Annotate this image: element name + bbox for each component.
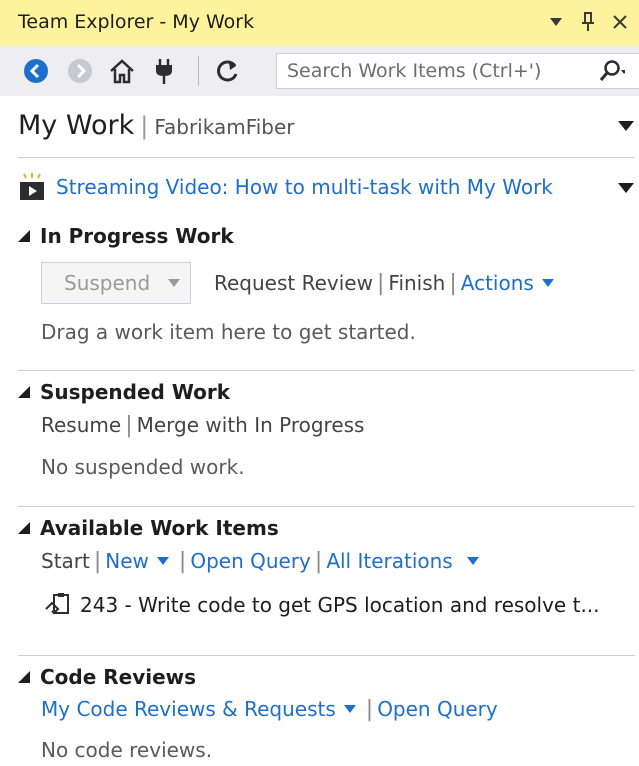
search-box[interactable] <box>276 53 639 89</box>
window-menu-button[interactable] <box>545 10 567 34</box>
collapse-triangle-icon <box>18 522 30 534</box>
page-title: My Work <box>18 110 135 141</box>
new-menu[interactable]: New <box>105 549 149 573</box>
connect-button[interactable] <box>150 57 178 85</box>
header-separator: | <box>140 112 149 140</box>
section-available-header[interactable]: Available Work Items <box>18 516 279 540</box>
section-suspended-header[interactable]: Suspended Work <box>18 380 230 404</box>
refresh-button[interactable] <box>214 57 242 85</box>
command-separator: | <box>365 696 374 722</box>
section-title: In Progress Work <box>40 224 234 248</box>
section-title: Suspended Work <box>40 380 231 404</box>
suspended-commands: Resume | Merge with In Progress <box>41 410 364 440</box>
window-title: Team Explorer - My Work <box>18 11 255 33</box>
in-progress-commands: Request Review | Finish | Actions <box>214 268 554 298</box>
window-buttons <box>545 10 631 34</box>
plug-icon <box>156 59 172 84</box>
request-review-link[interactable]: Request Review <box>214 271 373 295</box>
title-bar: Team Explorer - My Work <box>0 0 639 46</box>
video-link-row: Streaming Video: How to multi-task with … <box>18 170 553 204</box>
close-icon <box>613 15 627 29</box>
pin-icon <box>582 12 594 31</box>
forward-button[interactable] <box>66 57 94 85</box>
suspended-empty-message: No suspended work. <box>41 455 245 479</box>
resume-link[interactable]: Resume <box>41 413 121 437</box>
project-name[interactable]: FabrikamFiber <box>154 115 294 139</box>
section-code-reviews-header[interactable]: Code Reviews <box>18 665 196 689</box>
open-query-link[interactable]: Open Query <box>377 697 498 721</box>
open-query-link[interactable]: Open Query <box>190 549 311 573</box>
section-title: Available Work Items <box>40 516 279 540</box>
header-menu-chevron-icon[interactable] <box>618 121 634 133</box>
collapse-triangle-icon <box>18 230 30 242</box>
chevron-down-icon <box>541 279 554 287</box>
my-code-reviews-menu[interactable]: My Code Reviews & Requests <box>41 697 336 721</box>
section-in-progress-header[interactable]: In Progress Work <box>18 224 234 248</box>
command-separator: | <box>93 548 102 574</box>
search-icon <box>599 60 627 81</box>
command-separator: | <box>314 548 323 574</box>
toolbar-separator <box>198 56 199 86</box>
work-item-row[interactable]: 243 - Write code to get GPS location and… <box>44 588 600 622</box>
video-link[interactable]: Streaming Video: How to multi-task with … <box>56 175 553 199</box>
iterations-menu[interactable]: All Iterations <box>326 549 452 573</box>
search-input[interactable] <box>287 58 587 84</box>
chevron-down-icon <box>550 18 562 26</box>
suspend-button[interactable]: Suspend <box>41 262 191 304</box>
pin-button[interactable] <box>577 10 599 34</box>
video-menu-chevron-icon[interactable] <box>618 183 634 195</box>
finish-link[interactable]: Finish <box>388 271 445 295</box>
work-item-title: 243 - Write code to get GPS location and… <box>80 593 600 617</box>
divider <box>18 370 635 371</box>
command-separator: | <box>376 270 385 296</box>
task-icon <box>45 593 69 615</box>
refresh-icon <box>217 60 238 82</box>
search-button[interactable] <box>597 58 627 86</box>
code-review-commands: My Code Reviews & Requests | Open Query <box>41 694 498 724</box>
close-button[interactable] <box>609 10 631 34</box>
suspend-label: Suspend <box>64 271 151 295</box>
chevron-down-icon <box>156 557 169 565</box>
command-separator: | <box>178 548 187 574</box>
start-link[interactable]: Start <box>41 549 90 573</box>
merge-link[interactable]: Merge with In Progress <box>137 413 365 437</box>
command-separator: | <box>449 270 457 296</box>
home-icon <box>110 59 134 84</box>
divider <box>18 157 635 158</box>
available-commands: Start | New | Open Query | All Iteration… <box>41 546 479 576</box>
section-title: Code Reviews <box>40 665 197 689</box>
actions-menu[interactable]: Actions <box>461 271 534 295</box>
page-header: My Work | FabrikamFiber <box>18 110 295 150</box>
chevron-down-icon <box>343 705 356 713</box>
chevron-down-icon <box>168 279 180 287</box>
video-icon <box>20 173 44 200</box>
collapse-triangle-icon <box>18 671 30 683</box>
home-button[interactable] <box>108 57 136 85</box>
divider <box>18 506 635 507</box>
back-icon <box>24 59 48 83</box>
in-progress-empty-message: Drag a work item here to get started. <box>41 320 416 344</box>
divider <box>18 655 635 656</box>
code-reviews-empty-message: No code reviews. <box>41 738 213 762</box>
chevron-down-icon <box>466 557 479 565</box>
command-separator: | <box>125 412 133 438</box>
forward-icon <box>68 59 92 83</box>
collapse-triangle-icon <box>18 386 30 398</box>
back-button[interactable] <box>22 57 50 85</box>
